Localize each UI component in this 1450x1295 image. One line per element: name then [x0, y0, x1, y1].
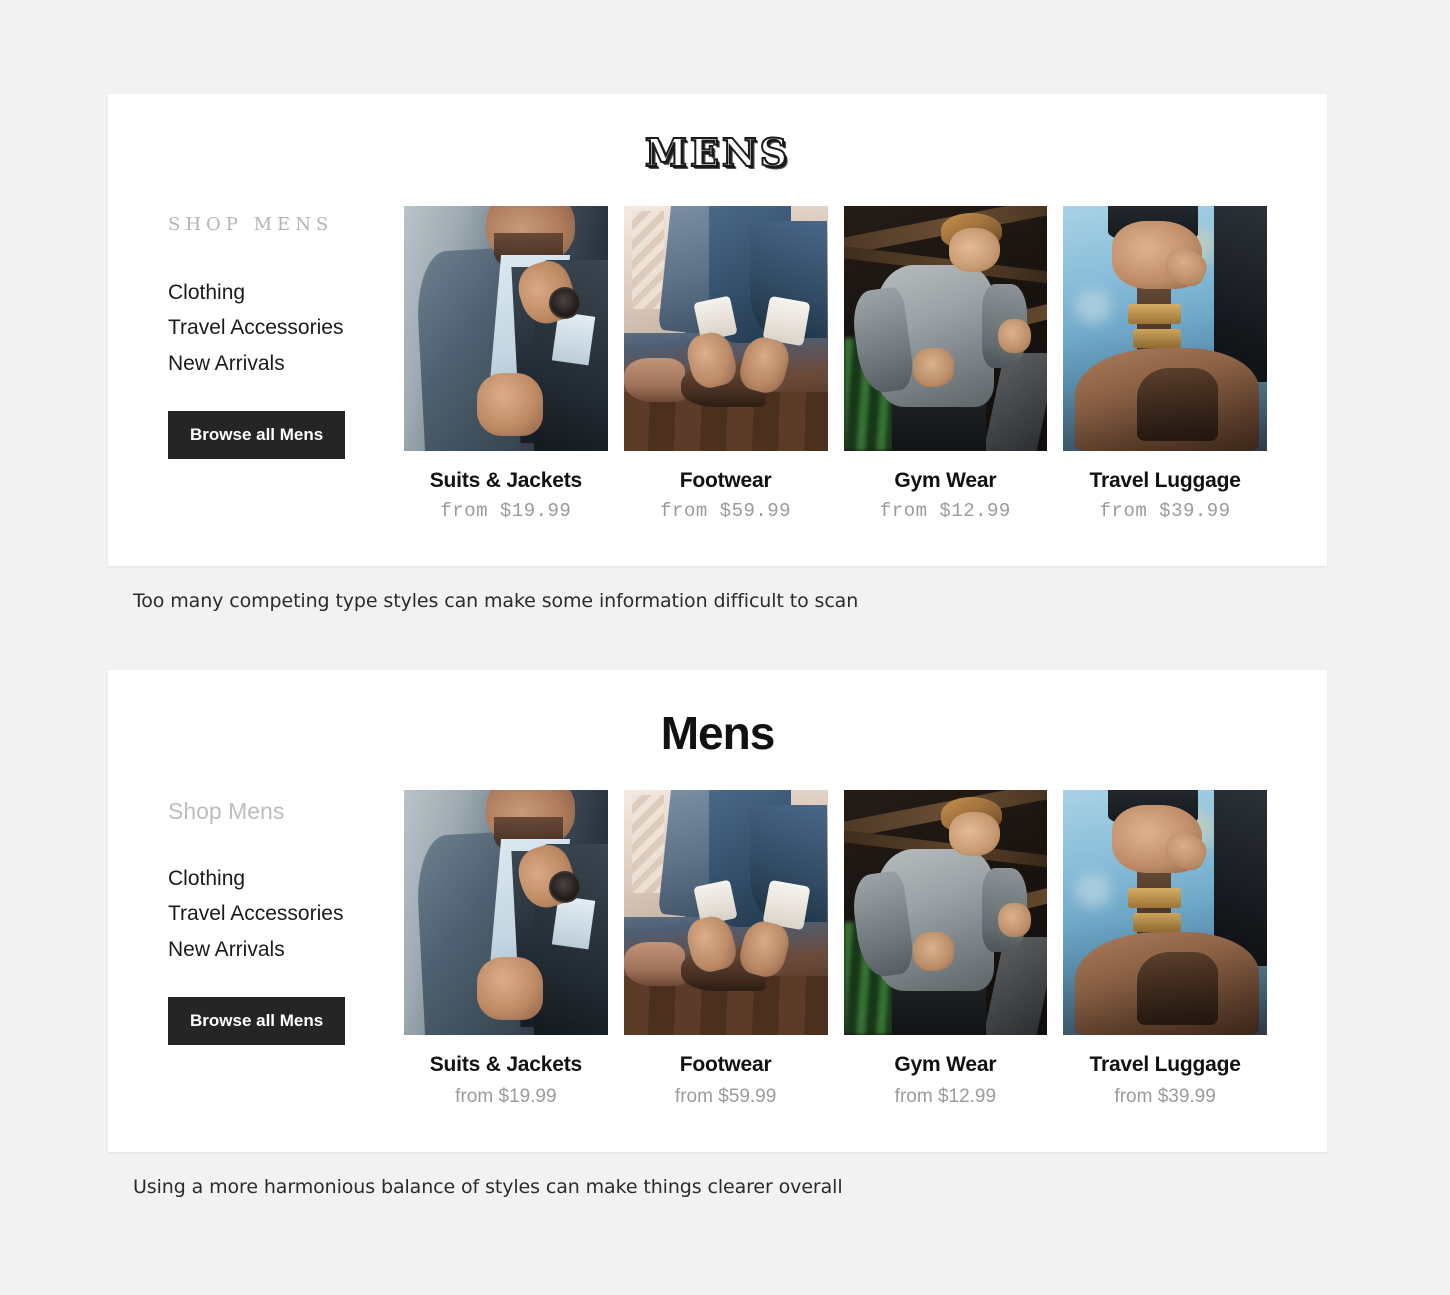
product-card: Gym Wear from $12.99: [843, 206, 1048, 522]
sidebar-item-travel-accessories[interactable]: Travel Accessories: [168, 896, 390, 931]
product-card: Footwear from $59.99: [623, 206, 828, 522]
example-card-clashing: MENS SHOP MENS Clothing Travel Accessori…: [108, 94, 1327, 566]
page-root: MENS SHOP MENS Clothing Travel Accessori…: [0, 0, 1450, 1295]
sidebar-item-new-arrivals[interactable]: New Arrivals: [168, 932, 390, 967]
sidebar: SHOP MENS Clothing Travel Accessories Ne…: [168, 206, 390, 459]
product-name: Travel Luggage: [1089, 1053, 1241, 1076]
browse-all-mens-button[interactable]: Browse all Mens: [168, 996, 346, 1045]
product-name: Travel Luggage: [1089, 469, 1241, 492]
card-content: SHOP MENS Clothing Travel Accessories Ne…: [168, 206, 1267, 522]
product-card: Travel Luggage from $39.99: [1063, 790, 1267, 1108]
sidebar-item-clothing[interactable]: Clothing: [168, 275, 390, 310]
suits-jackets-image[interactable]: [404, 790, 608, 1035]
sidebar-heading: SHOP MENS: [168, 214, 334, 235]
product-price: from $12.99: [879, 500, 1011, 522]
footwear-image[interactable]: [623, 790, 828, 1035]
example-caption-harmonious: Using a more harmonious balance of style…: [133, 1176, 843, 1198]
card-content: Shop Mens Clothing Travel Accessories Ne…: [168, 790, 1267, 1108]
product-price: from $39.99: [1099, 500, 1231, 522]
product-price: from $59.99: [660, 500, 792, 522]
page-title: Mens: [660, 707, 776, 759]
product-card: Gym Wear from $12.99: [843, 790, 1048, 1108]
product-card: Travel Luggage from $39.99: [1063, 206, 1267, 522]
suits-jackets-image[interactable]: [404, 206, 608, 451]
product-name: Footwear: [679, 469, 772, 492]
browse-all-mens-button[interactable]: Browse all Mens: [168, 410, 346, 459]
card-title-row: Mens: [168, 710, 1267, 756]
sidebar-item-travel-accessories[interactable]: Travel Accessories: [168, 310, 390, 345]
product-card: Suits & Jackets from $19.99: [404, 206, 608, 522]
product-name: Gym Wear: [894, 469, 997, 492]
product-grid: Suits & Jackets from $19.99 Footwear fro…: [390, 206, 1267, 522]
sidebar-item-clothing[interactable]: Clothing: [168, 861, 390, 896]
card-title-row: MENS: [168, 130, 1267, 175]
sidebar-heading: Shop Mens: [168, 798, 285, 824]
travel-luggage-image[interactable]: [1063, 206, 1267, 451]
product-price: from $12.99: [894, 1086, 997, 1107]
example-card-harmonious: Mens Shop Mens Clothing Travel Accessori…: [108, 670, 1327, 1152]
sidebar-nav: Clothing Travel Accessories New Arrivals: [168, 861, 390, 967]
example-caption-clashing: Too many competing type styles can make …: [133, 590, 859, 612]
sidebar-item-new-arrivals[interactable]: New Arrivals: [168, 346, 390, 381]
product-card: Footwear from $59.99: [623, 790, 828, 1108]
product-price: from $19.99: [440, 500, 572, 522]
product-card: Suits & Jackets from $19.99: [404, 790, 608, 1108]
gym-wear-image[interactable]: [843, 206, 1048, 451]
product-name: Suits & Jackets: [429, 1053, 582, 1076]
product-name: Footwear: [679, 1053, 772, 1076]
travel-luggage-image[interactable]: [1063, 790, 1267, 1035]
product-price: from $59.99: [674, 1086, 777, 1107]
gym-wear-image[interactable]: [843, 790, 1048, 1035]
product-price: from $39.99: [1114, 1086, 1216, 1107]
product-grid: Suits & Jackets from $19.99 Footwear fro…: [390, 790, 1267, 1108]
product-name: Suits & Jackets: [429, 469, 582, 492]
sidebar: Shop Mens Clothing Travel Accessories Ne…: [168, 790, 390, 1045]
sidebar-nav: Clothing Travel Accessories New Arrivals: [168, 275, 390, 381]
product-name: Gym Wear: [894, 1053, 997, 1076]
footwear-image[interactable]: [623, 206, 828, 451]
product-price: from $19.99: [455, 1086, 557, 1107]
page-title: MENS: [644, 130, 791, 175]
